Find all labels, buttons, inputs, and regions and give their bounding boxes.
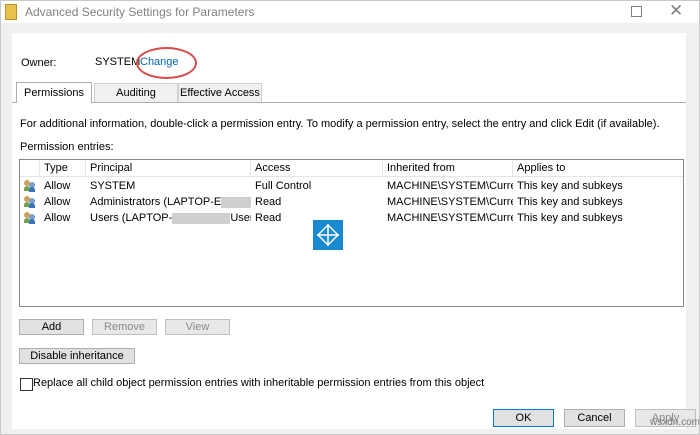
cell-type: Allow: [44, 180, 71, 192]
cell-applies-to: This key and subkeys: [517, 180, 623, 192]
column-header-applies-to[interactable]: Applies to: [513, 160, 683, 176]
column-header-access[interactable]: Access: [251, 160, 383, 176]
users-icon: [24, 212, 36, 224]
cell-inherited-from: MACHINE\SYSTEM\Curre...: [387, 212, 513, 224]
dialog-window: Advanced Security Settings for Parameter…: [0, 0, 700, 435]
cell-type: Allow: [44, 212, 71, 224]
cell-inherited-from: MACHINE\SYSTEM\Curre...: [387, 180, 513, 192]
replace-child-permissions-label[interactable]: Replace all child object permission entr…: [33, 377, 484, 389]
info-text: For additional information, double-click…: [20, 118, 660, 130]
cell-applies-to: This key and subkeys: [517, 212, 623, 224]
cell-type: Allow: [44, 196, 71, 208]
folder-icon: [5, 4, 17, 20]
window-title: Advanced Security Settings for Parameter…: [25, 5, 255, 19]
close-button[interactable]: ✕: [653, 1, 699, 23]
cell-inherited-from: MACHINE\SYSTEM\Curre...: [387, 196, 513, 208]
principal-suffix: Users): [230, 212, 251, 224]
list-header: Type Principal Access Inherited from App…: [20, 160, 683, 177]
permission-entries-list[interactable]: Type Principal Access Inherited from App…: [19, 159, 684, 307]
title-bar[interactable]: Advanced Security Settings for Parameter…: [1, 1, 699, 23]
maximize-icon: [631, 6, 642, 17]
tab-effective-access[interactable]: Effective Access: [178, 83, 262, 102]
disable-inheritance-button[interactable]: Disable inheritance: [19, 348, 135, 364]
ok-button[interactable]: OK: [493, 409, 554, 427]
tab-permissions[interactable]: Permissions: [16, 82, 92, 103]
users-icon: [24, 196, 36, 208]
table-row[interactable]: Allow SYSTEM Full Control MACHINE\SYSTEM…: [20, 178, 683, 194]
cell-principal: SYSTEM: [90, 180, 136, 192]
cell-access: Full Control: [255, 180, 312, 192]
column-header-principal[interactable]: Principal: [86, 160, 251, 176]
permission-entries-label: Permission entries:: [20, 141, 114, 153]
cell-principal: Administrators (LAPTOP-E: [86, 194, 251, 210]
column-header-icon[interactable]: [20, 160, 40, 176]
cancel-button[interactable]: Cancel: [564, 409, 625, 427]
column-header-inherited-from[interactable]: Inherited from: [383, 160, 513, 176]
table-row[interactable]: Allow Users (LAPTOP-Users) Read MACHINE\…: [20, 210, 683, 226]
principal-prefix: Users (LAPTOP-: [90, 212, 173, 224]
table-row[interactable]: Allow Administrators (LAPTOP-E Read MACH…: [20, 194, 683, 210]
principal-text: Administrators (LAPTOP-E: [90, 196, 222, 208]
add-button[interactable]: Add: [19, 319, 84, 335]
dialog-content: Owner: SYSTEM Change Permissions Auditin…: [12, 33, 686, 429]
redacted-block: [172, 212, 231, 224]
cell-principal: Users (LAPTOP- Users): [86, 210, 251, 226]
owner-label: Owner:: [21, 57, 57, 69]
close-icon: ✕: [669, 1, 684, 20]
remove-button[interactable]: Remove: [92, 319, 157, 335]
users-icon: [24, 180, 36, 192]
cell-access: Read: [255, 196, 282, 208]
cell-applies-to: This key and subkeys: [517, 196, 623, 208]
replace-child-permissions-checkbox[interactable]: [20, 378, 33, 391]
owner-value: SYSTEM: [95, 56, 141, 68]
highlight-circle: [136, 47, 197, 79]
view-button[interactable]: View: [165, 319, 230, 335]
tab-auditing[interactable]: Auditing: [94, 83, 178, 102]
redacted-block: [221, 196, 251, 208]
watermark: wsxdn.com: [650, 417, 700, 428]
windows-logo-icon: [313, 220, 343, 250]
column-header-type[interactable]: Type: [40, 160, 86, 176]
